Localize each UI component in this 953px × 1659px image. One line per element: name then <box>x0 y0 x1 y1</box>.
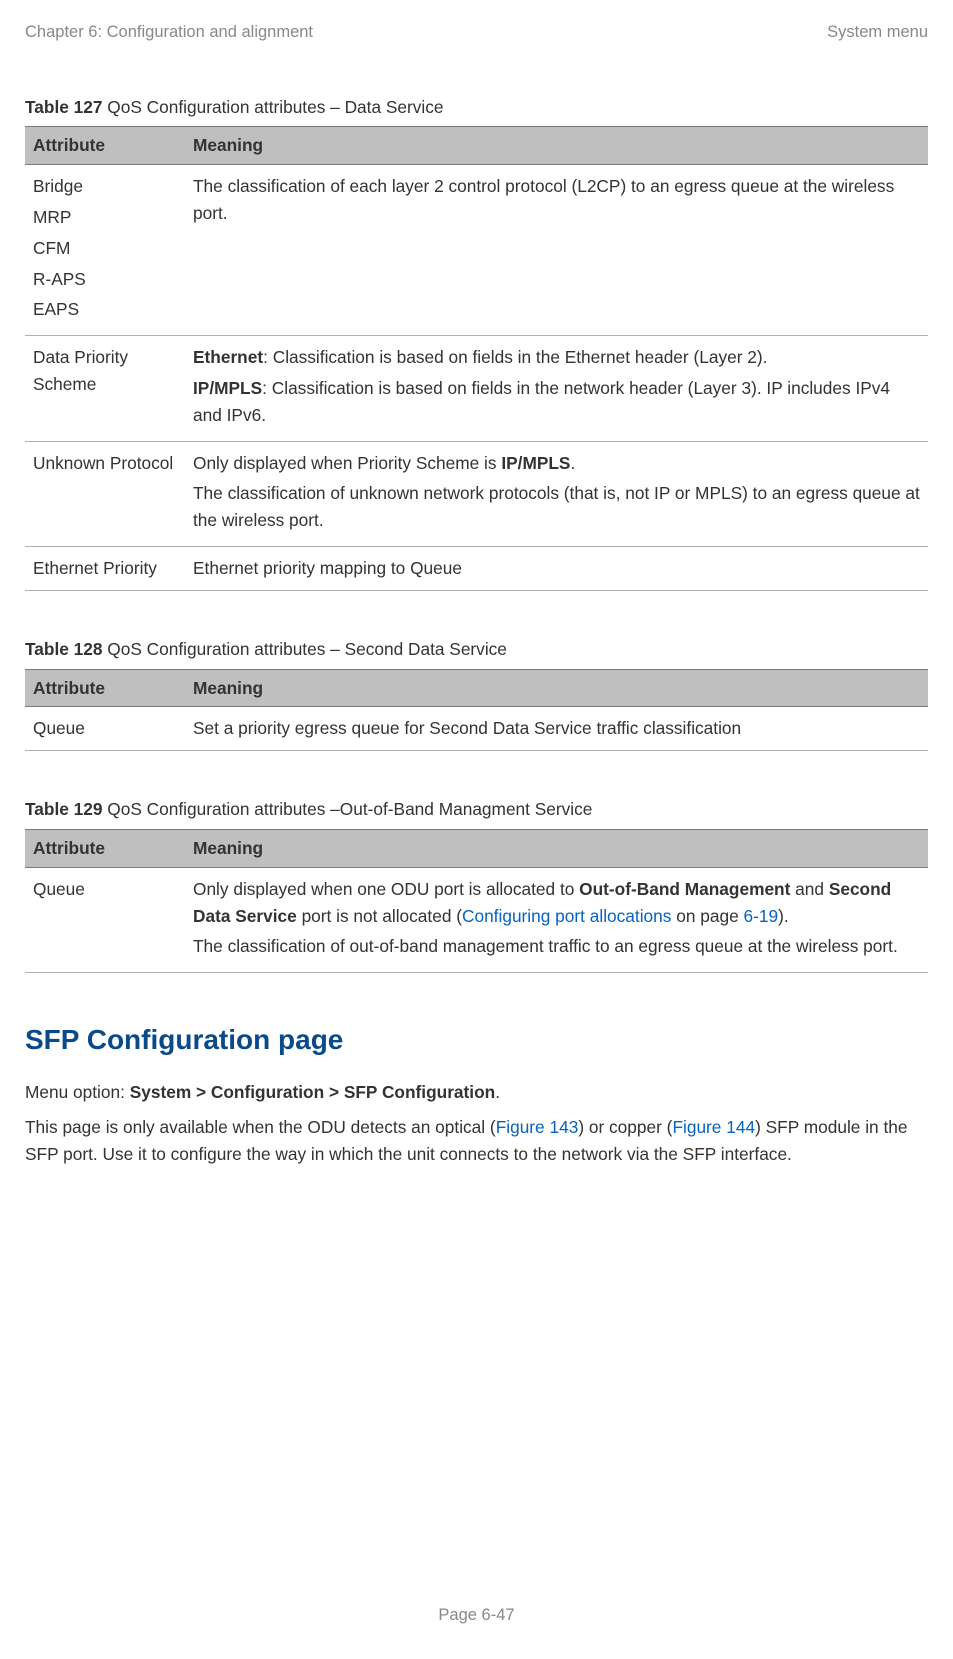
sfp-config-heading: SFP Configuration page <box>25 1018 928 1061</box>
attr-list: Bridge MRP CFM R-APS EAPS <box>33 173 177 323</box>
link-page-6-19[interactable]: 6-19 <box>743 906 778 926</box>
attr-queue: Queue <box>25 707 185 751</box>
meaning-cell: Set a priority egress queue for Second D… <box>185 707 928 751</box>
table-127-col-meaning: Meaning <box>185 127 928 165</box>
text-part: . <box>570 453 575 473</box>
table-128-caption: Table 128 QoS Configuration attributes –… <box>25 636 928 663</box>
attr-mrp: MRP <box>33 204 177 231</box>
table-127-col-attr: Attribute <box>25 127 185 165</box>
menu-option-path: System > Configuration > SFP Configurati… <box>130 1082 496 1102</box>
table-127-label: Table 127 <box>25 97 103 117</box>
table-row: Data Priority Scheme Ethernet: Classific… <box>25 336 928 441</box>
table-129-block: Table 129 QoS Configuration attributes –… <box>25 796 928 973</box>
meaning-block: Only displayed when Priority Scheme is I… <box>193 450 920 534</box>
table-128: Attribute Meaning Queue Set a priority e… <box>25 669 928 752</box>
table-129-col-attr: Attribute <box>25 829 185 867</box>
ethernet-text: : Classification is based on fields in t… <box>263 347 767 367</box>
table-row: Unknown Protocol Only displayed when Pri… <box>25 441 928 546</box>
meaning-cell: Ethernet priority mapping to Queue <box>185 546 928 590</box>
attr-ethernet-priority: Ethernet Priority <box>25 546 185 590</box>
menu-option-line: Menu option: System > Configuration > SF… <box>25 1079 928 1106</box>
table-128-col-attr: Attribute <box>25 669 185 707</box>
text-part: Only displayed when one ODU port is allo… <box>193 879 579 899</box>
header-right: System menu <box>827 20 928 46</box>
attr-bridge: Bridge <box>33 173 177 200</box>
text-part: Only displayed when Priority Scheme is <box>193 453 501 473</box>
ethernet-bold: Ethernet <box>193 347 263 367</box>
meaning-cell: The classification of each layer 2 contr… <box>185 165 928 336</box>
table-row: Queue Set a priority egress queue for Se… <box>25 707 928 751</box>
text-part: ) or copper ( <box>578 1117 672 1137</box>
meaning-line1: Only displayed when one ODU port is allo… <box>193 876 920 930</box>
table-row: Queue Only displayed when one ODU port i… <box>25 867 928 972</box>
meaning-block: Ethernet: Classification is based on fie… <box>193 344 920 428</box>
meaning-line2: The classification of unknown network pr… <box>193 480 920 534</box>
text-part: This page is only available when the ODU… <box>25 1117 496 1137</box>
table-129-col-meaning: Meaning <box>185 829 928 867</box>
oobm-bold: Out-of-Band Management <box>579 879 790 899</box>
meaning-line1: Only displayed when Priority Scheme is I… <box>193 450 920 477</box>
ipmpls-text: : Classification is based on fields in t… <box>193 378 890 425</box>
attr-unknown-protocol: Unknown Protocol <box>25 441 185 546</box>
menu-option-suffix: . <box>495 1082 500 1102</box>
table-129: Attribute Meaning Queue Only displayed w… <box>25 829 928 973</box>
attr-raps: R-APS <box>33 266 177 293</box>
meaning-ethernet: Ethernet: Classification is based on fie… <box>193 344 920 371</box>
text-part: ). <box>778 906 789 926</box>
attr-queue: Queue <box>25 867 185 972</box>
meaning-block: Only displayed when one ODU port is allo… <box>193 876 920 960</box>
table-128-block: Table 128 QoS Configuration attributes –… <box>25 636 928 751</box>
attr-cfm: CFM <box>33 235 177 262</box>
table-128-col-meaning: Meaning <box>185 669 928 707</box>
menu-option-prefix: Menu option: <box>25 1082 130 1102</box>
table-127: Attribute Meaning Bridge MRP CFM R-APS E… <box>25 126 928 590</box>
attr-data-priority: Data Priority Scheme <box>25 336 185 441</box>
table-row: Ethernet Priority Ethernet priority mapp… <box>25 546 928 590</box>
table-129-caption: Table 129 QoS Configuration attributes –… <box>25 796 928 823</box>
table-row: Bridge MRP CFM R-APS EAPS The classifica… <box>25 165 928 336</box>
table-129-title: QoS Configuration attributes –Out-of-Ban… <box>103 799 593 819</box>
text-part: and <box>790 879 828 899</box>
text-part: on page <box>671 906 743 926</box>
table-127-title: QoS Configuration attributes – Data Serv… <box>103 97 444 117</box>
meaning-ipmpls: IP/MPLS: Classification is based on fiel… <box>193 375 920 429</box>
table-127-block: Table 127 QoS Configuration attributes –… <box>25 94 928 591</box>
page-header: Chapter 6: Configuration and alignment S… <box>25 20 928 46</box>
table-128-label: Table 128 <box>25 639 103 659</box>
link-configuring-port-alloc[interactable]: Configuring port allocations <box>462 906 671 926</box>
table-127-caption: Table 127 QoS Configuration attributes –… <box>25 94 928 121</box>
sfp-description: This page is only available when the ODU… <box>25 1114 928 1168</box>
table-129-label: Table 129 <box>25 799 103 819</box>
page-footer: Page 6-47 <box>0 1603 953 1629</box>
table-128-title: QoS Configuration attributes – Second Da… <box>103 639 507 659</box>
ipmpls-bold: IP/MPLS <box>501 453 570 473</box>
header-left: Chapter 6: Configuration and alignment <box>25 20 313 46</box>
link-figure-143[interactable]: Figure 143 <box>496 1117 579 1137</box>
ipmpls-bold: IP/MPLS <box>193 378 262 398</box>
text-part: port is not allocated ( <box>297 906 462 926</box>
link-figure-144[interactable]: Figure 144 <box>672 1117 755 1137</box>
attr-eaps: EAPS <box>33 296 177 323</box>
meaning-line2: The classification of out-of-band manage… <box>193 933 920 960</box>
